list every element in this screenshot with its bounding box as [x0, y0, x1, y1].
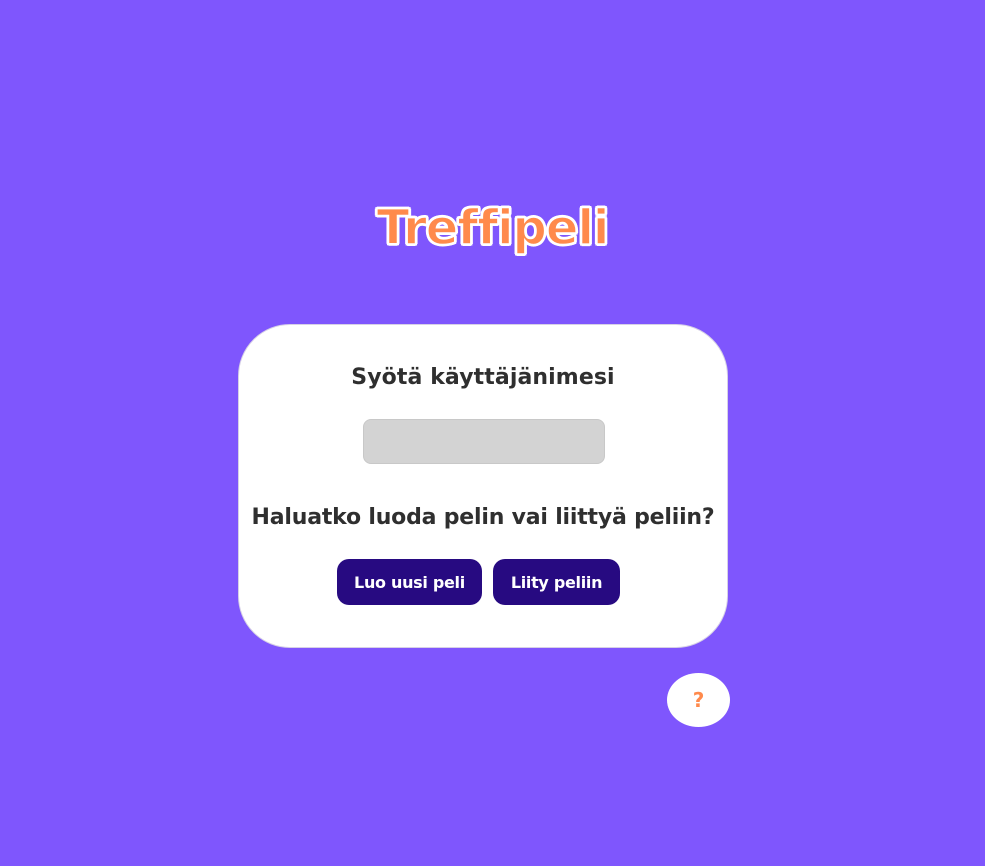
username-input[interactable]	[363, 419, 605, 464]
login-card: Syötä käyttäjänimesi Haluatko luoda peli…	[238, 324, 728, 648]
username-label: Syötä käyttäjänimesi	[351, 365, 615, 390]
help-button[interactable]: ?	[667, 673, 730, 727]
app-title: Treffipeli	[376, 199, 610, 257]
game-choice-question: Haluatko luoda pelin vai liittyä peliin?	[251, 505, 715, 530]
create-game-button[interactable]: Luo uusi peli	[337, 559, 482, 605]
question-mark-icon: ?	[692, 688, 705, 712]
join-game-button[interactable]: Liity peliin	[493, 559, 620, 605]
